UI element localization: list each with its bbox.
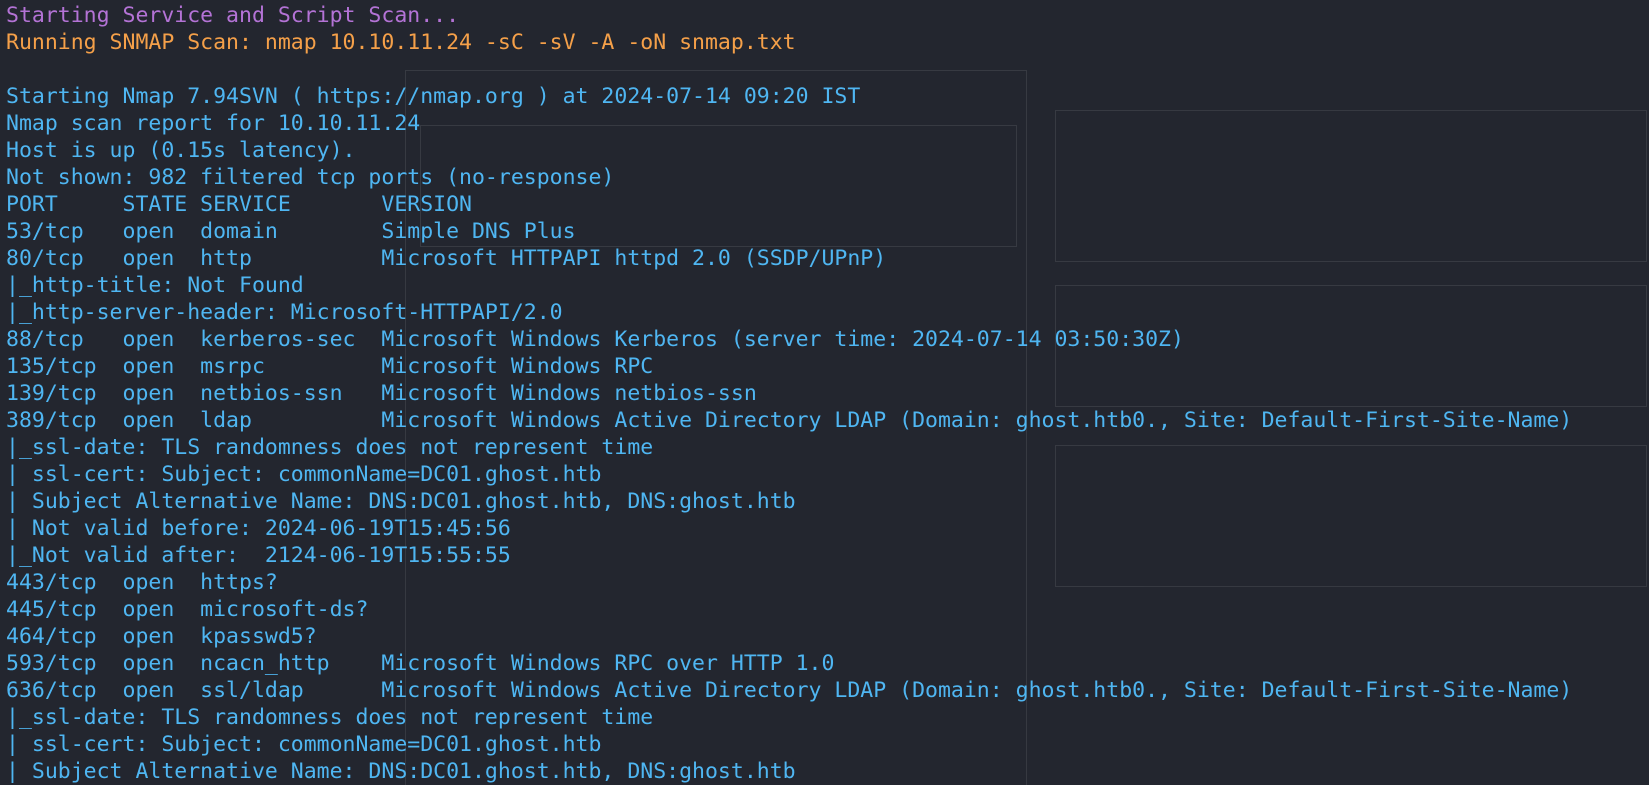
terminal-line: 389/tcp open ldap Microsoft Windows Acti… (6, 408, 1573, 433)
terminal-line: 88/tcp open kerberos-sec Microsoft Windo… (6, 327, 1184, 352)
terminal-line: | ssl-cert: Subject: commonName=DC01.gho… (6, 462, 602, 487)
terminal-line: 80/tcp open http Microsoft HTTPAPI httpd… (6, 246, 887, 271)
terminal-line: |_http-server-header: Microsoft-HTTPAPI/… (6, 300, 563, 325)
terminal-line: Starting Service and Script Scan... (6, 3, 460, 28)
terminal-line: | ssl-cert: Subject: commonName=DC01.gho… (6, 732, 602, 757)
terminal-line: Nmap scan report for 10.10.11.24 (6, 111, 421, 136)
terminal-line: 464/tcp open kpasswd5? (6, 624, 317, 649)
terminal-window[interactable]: Starting Service and Script Scan... Runni… (0, 0, 1649, 785)
terminal-line: 593/tcp open ncacn_http Microsoft Window… (6, 651, 835, 676)
terminal-line: 135/tcp open msrpc Microsoft Windows RPC (6, 354, 654, 379)
terminal-line: 139/tcp open netbios-ssn Microsoft Windo… (6, 381, 757, 406)
terminal-line: Host is up (0.15s latency). (6, 138, 356, 163)
terminal-line: |_ssl-date: TLS randomness does not repr… (6, 435, 654, 460)
terminal-line: | Subject Alternative Name: DNS:DC01.gho… (6, 489, 796, 514)
terminal-line: |_http-title: Not Found (6, 273, 304, 298)
terminal-line: PORT STATE SERVICE VERSION (6, 192, 472, 217)
terminal-line: Starting Nmap 7.94SVN ( https://nmap.org… (6, 84, 861, 109)
terminal-line: 445/tcp open microsoft-ds? (6, 597, 369, 622)
terminal-line: 443/tcp open https? (6, 570, 278, 595)
terminal-output[interactable]: Starting Service and Script Scan... Runni… (6, 2, 1572, 785)
terminal-line: Not shown: 982 filtered tcp ports (no-re… (6, 165, 615, 190)
terminal-line: |_ssl-date: TLS randomness does not repr… (6, 705, 654, 730)
terminal-line: | Not valid before: 2024-06-19T15:45:56 (6, 516, 511, 541)
terminal-line: Running SNMAP Scan: nmap 10.10.11.24 -sC… (6, 30, 796, 55)
terminal-line: |_Not valid after: 2124-06-19T15:55:55 (6, 543, 511, 568)
terminal-line: 636/tcp open ssl/ldap Microsoft Windows … (6, 678, 1573, 703)
terminal-line: 53/tcp open domain Simple DNS Plus (6, 219, 576, 244)
terminal-line: | Subject Alternative Name: DNS:DC01.gho… (6, 759, 796, 784)
